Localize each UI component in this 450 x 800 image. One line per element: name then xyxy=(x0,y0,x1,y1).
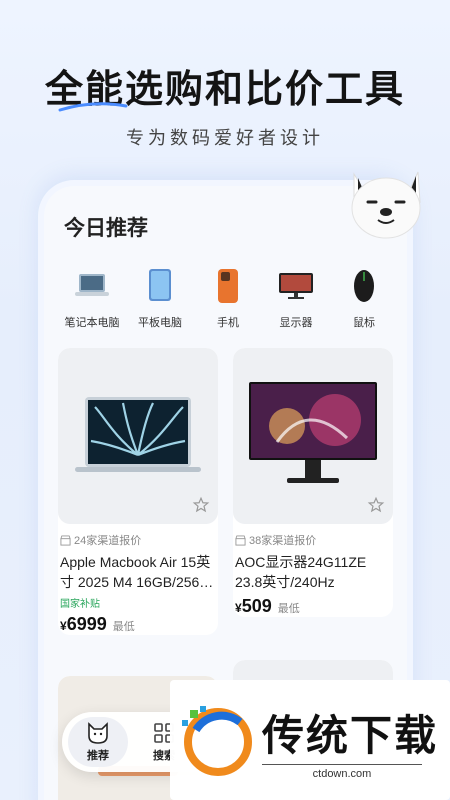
product-card[interactable]: 38家渠道报价 AOC显示器24G11ZE 23.8英寸/240Hz ¥509 … xyxy=(233,348,393,617)
product-image xyxy=(233,348,393,524)
mascot-dog-icon xyxy=(351,171,421,239)
hero-subhead: 专为数码爱好者设计 xyxy=(126,128,324,148)
tablet-icon xyxy=(140,266,180,306)
watermark-overlay: 传统下载 ctdown.com xyxy=(170,680,450,800)
price-note: 最低 xyxy=(277,603,300,615)
channel-count-text: 38家渠道报价 xyxy=(249,535,317,547)
tab-label: 推荐 xyxy=(87,749,109,762)
category-label: 手机 xyxy=(217,317,239,329)
category-monitor[interactable]: 显示器 xyxy=(262,266,330,330)
product-price: ¥509 xyxy=(235,596,272,616)
category-laptop[interactable]: 笔记本电脑 xyxy=(58,266,126,330)
favorite-star-icon[interactable] xyxy=(192,496,210,514)
store-icon xyxy=(235,534,246,546)
category-mouse[interactable]: 鼠标 xyxy=(330,266,398,330)
monitor-image xyxy=(249,382,377,483)
product-card[interactable]: 24家渠道报价 Apple Macbook Air 15英寸 2025 M4 1… xyxy=(58,348,218,635)
laptop-image xyxy=(75,397,201,472)
product-price: ¥6999 xyxy=(60,614,107,634)
product-title: AOC显示器24G11ZE 23.8英寸/240Hz xyxy=(235,554,367,590)
category-row: 笔记本电脑 平板电脑 手机 显示器 鼠标 xyxy=(58,266,413,330)
watermark-text: 传统下载 xyxy=(262,712,439,759)
page-title: 今日推荐 xyxy=(64,217,148,240)
subsidy-tag: 国家补贴 xyxy=(60,599,100,610)
dog-face-icon xyxy=(85,721,111,744)
product-title: Apple Macbook Air 15英寸 2025 M4 16GB/256… xyxy=(60,554,214,590)
category-label: 鼠标 xyxy=(353,317,375,329)
category-label: 笔记本电脑 xyxy=(64,317,120,329)
category-gaming[interactable]: 游戏 xyxy=(398,266,413,330)
product-image xyxy=(58,348,218,524)
channel-count: 38家渠道报价 xyxy=(235,532,389,548)
tab-recommend[interactable]: 推荐 xyxy=(68,717,128,767)
category-tablet[interactable]: 平板电脑 xyxy=(126,266,194,330)
category-label: 显示器 xyxy=(279,317,313,329)
monitor-icon xyxy=(276,266,316,306)
category-label: 平板电脑 xyxy=(138,317,182,329)
mouse-icon xyxy=(344,266,384,306)
store-icon xyxy=(60,534,71,546)
laptop-icon xyxy=(72,266,112,306)
phone-icon xyxy=(208,266,248,306)
favorite-star-icon[interactable] xyxy=(367,496,385,514)
watermark-url: ctdown.com xyxy=(262,764,422,780)
price-note: 最低 xyxy=(112,621,135,633)
gamepad-icon xyxy=(412,266,413,306)
category-phone[interactable]: 手机 xyxy=(194,266,262,330)
channel-count-text: 24家渠道报价 xyxy=(74,535,142,547)
watermark-logo-icon xyxy=(182,706,252,776)
channel-count: 24家渠道报价 xyxy=(60,532,214,548)
headline-swoosh-decoration xyxy=(58,102,128,112)
